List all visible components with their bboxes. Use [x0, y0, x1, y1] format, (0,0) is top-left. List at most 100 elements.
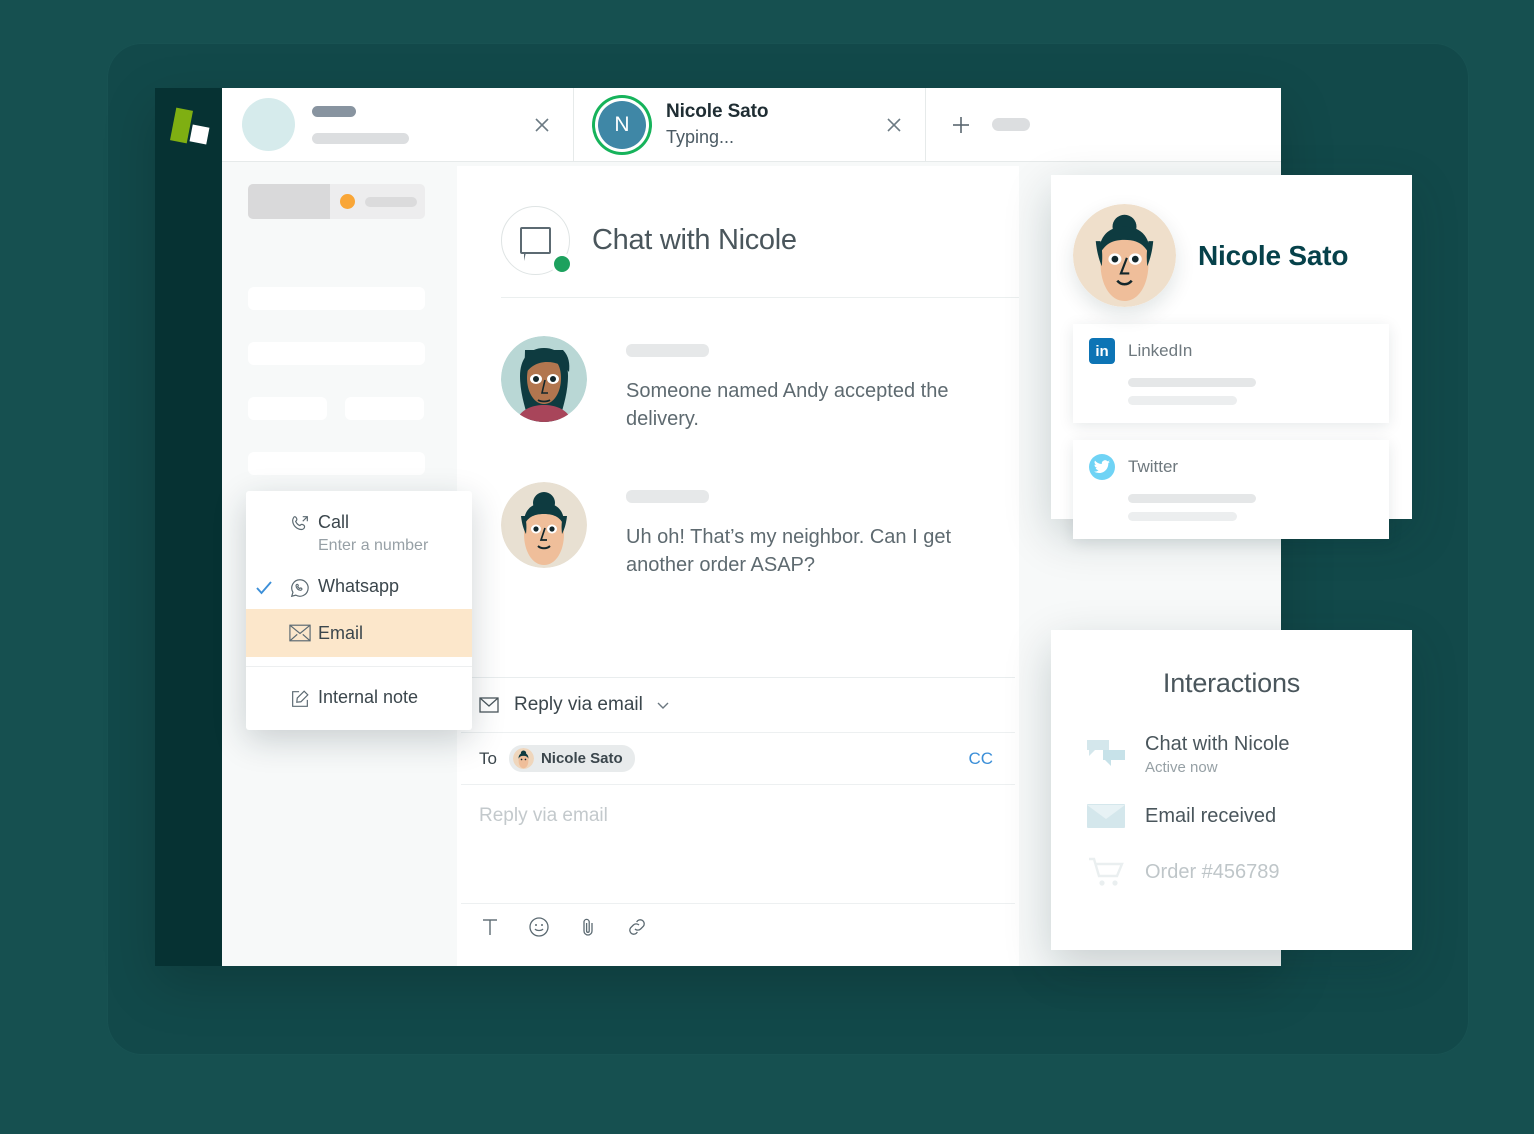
reply-input-placeholder: Reply via email — [479, 805, 608, 826]
recipient-chip[interactable]: Nicole Sato — [508, 745, 635, 772]
filter-segment-right[interactable] — [330, 184, 425, 219]
composer-channel-selector[interactable]: Reply via email — [461, 678, 1015, 733]
whatsapp-icon — [282, 575, 318, 599]
link-icon[interactable] — [626, 916, 648, 938]
menu-item-label: Call — [318, 512, 350, 532]
social-network-name: LinkedIn — [1128, 341, 1193, 360]
interaction-order[interactable]: Order #456789 — [1081, 856, 1382, 888]
social-card-twitter[interactable]: Twitter — [1073, 440, 1389, 539]
interactions-title: Interactions — [1162, 668, 1301, 698]
nicole-portrait-avatar — [1073, 204, 1176, 307]
envelope-icon — [282, 622, 318, 642]
channel-dropdown-menu: Call Enter a number Whatsapp Email Inter… — [246, 491, 472, 730]
filter-segment-left[interactable] — [248, 184, 330, 219]
contact-name: Nicole Sato — [1198, 239, 1349, 271]
tab-placeholder[interactable] — [222, 88, 574, 161]
envelope-icon — [1081, 802, 1131, 830]
emoji-icon[interactable] — [528, 916, 550, 938]
social-detail-skeleton — [1128, 396, 1237, 405]
menu-item-whatsapp[interactable]: Whatsapp — [246, 565, 472, 609]
plus-icon — [948, 112, 974, 138]
cc-button[interactable]: CC — [968, 749, 993, 769]
blank-avatar — [242, 98, 295, 151]
menu-item-internal-note[interactable]: Internal note — [246, 676, 472, 720]
online-status-dot — [551, 253, 573, 275]
nicole-avatar — [501, 481, 587, 568]
check-slot — [246, 511, 282, 514]
divider — [246, 666, 472, 667]
list-item[interactable] — [248, 452, 425, 475]
avatar: N — [598, 100, 646, 149]
message-meta-skeleton — [626, 344, 709, 357]
avatar — [512, 748, 534, 769]
tab-title: Nicole Sato — [666, 100, 769, 122]
tab-status-text: Typing... — [666, 126, 735, 147]
social-network-name: Twitter — [1128, 457, 1179, 476]
social-detail-skeleton — [1128, 378, 1256, 387]
composer-channel-label: Reply via email — [514, 694, 643, 715]
menu-item-label: Email — [318, 622, 364, 643]
chat-bubbles-icon — [1081, 738, 1131, 772]
interaction-label: Order #456789 — [1145, 860, 1280, 883]
composer-to-row[interactable]: To Nicole Sato CC — [461, 733, 1015, 785]
message-item: Someone named Andy accepted the delivery… — [501, 336, 979, 434]
contact-card: Nicole Sato in LinkedIn Twitter — [1051, 175, 1412, 539]
new-tab-label-skeleton — [992, 118, 1030, 131]
to-label: To — [479, 748, 497, 768]
menu-item-call[interactable]: Call Enter a number — [246, 501, 472, 565]
envelope-icon — [479, 697, 499, 713]
list-item[interactable] — [248, 342, 425, 365]
new-tab-button[interactable] — [926, 88, 1281, 161]
linkedin-icon: in — [1089, 338, 1115, 364]
list-item[interactable] — [248, 287, 425, 310]
interactions-card: Interactions Chat with Nicole Active now… — [1051, 630, 1412, 950]
logo-mark[interactable] — [169, 105, 213, 149]
close-icon[interactable] — [529, 112, 555, 138]
tab-subtitle-skeleton — [312, 132, 409, 144]
avatar-initial: N — [614, 112, 630, 136]
shopping-cart-icon — [1081, 856, 1131, 888]
logo-white-square — [189, 124, 210, 145]
list-item-skeleton — [345, 397, 424, 420]
text-format-icon[interactable] — [479, 916, 501, 938]
interaction-label: Email received — [1145, 804, 1277, 827]
composer-toolbar — [461, 903, 1015, 950]
interaction-email[interactable]: Email received — [1081, 802, 1382, 830]
social-card-linkedin[interactable]: in LinkedIn — [1073, 324, 1389, 423]
status-dot-icon — [340, 194, 355, 209]
filter-pill[interactable] — [248, 184, 425, 219]
list-item[interactable] — [248, 397, 439, 420]
woman-dark-hair-avatar — [501, 336, 587, 422]
list-item-skeleton — [248, 397, 327, 420]
interaction-sublabel: Active now — [1145, 759, 1218, 776]
social-detail-skeleton — [1128, 512, 1237, 521]
recipient-name: Nicole Sato — [540, 750, 623, 767]
linkedin-glyph: in — [1095, 342, 1109, 360]
message-text: Someone named Andy accepted the delivery… — [626, 380, 949, 431]
message-text: Uh oh! That’s my neighbor. Can I get ano… — [626, 525, 952, 577]
reply-input[interactable]: Reply via email — [461, 785, 1015, 903]
interaction-chat[interactable]: Chat with Nicole Active now — [1081, 733, 1382, 776]
message-list: Someone named Andy accepted the delivery… — [457, 298, 1019, 677]
check-icon — [246, 575, 282, 598]
attachment-icon[interactable] — [577, 916, 599, 938]
note-edit-icon — [282, 686, 318, 710]
filter-label-skeleton — [365, 196, 417, 207]
tab-nicole-sato[interactable]: N Nicole Sato Typing... — [574, 88, 926, 161]
reply-composer: Reply via email To Nicole Sato CC Reply … — [461, 677, 1015, 950]
menu-item-label: Whatsapp — [318, 575, 400, 596]
chevron-down-icon[interactable] — [655, 697, 671, 713]
close-icon[interactable] — [881, 112, 907, 138]
message-item: Uh oh! That’s my neighbor. Can I get ano… — [501, 481, 979, 580]
chat-header: Chat with Nicole — [457, 166, 1019, 275]
menu-item-sublabel: Enter a number — [318, 536, 429, 554]
interaction-label: Chat with Nicole — [1145, 733, 1290, 755]
menu-item-email[interactable]: Email — [246, 608, 472, 657]
chat-bubble-icon — [501, 206, 573, 275]
chat-pane: Chat with Nicole Someone named Andy acce… — [457, 166, 1019, 966]
tab-title-skeleton — [312, 105, 356, 117]
phone-icon — [282, 511, 318, 535]
social-detail-skeleton — [1128, 494, 1256, 503]
message-meta-skeleton — [626, 489, 709, 503]
check-slot — [246, 622, 282, 625]
